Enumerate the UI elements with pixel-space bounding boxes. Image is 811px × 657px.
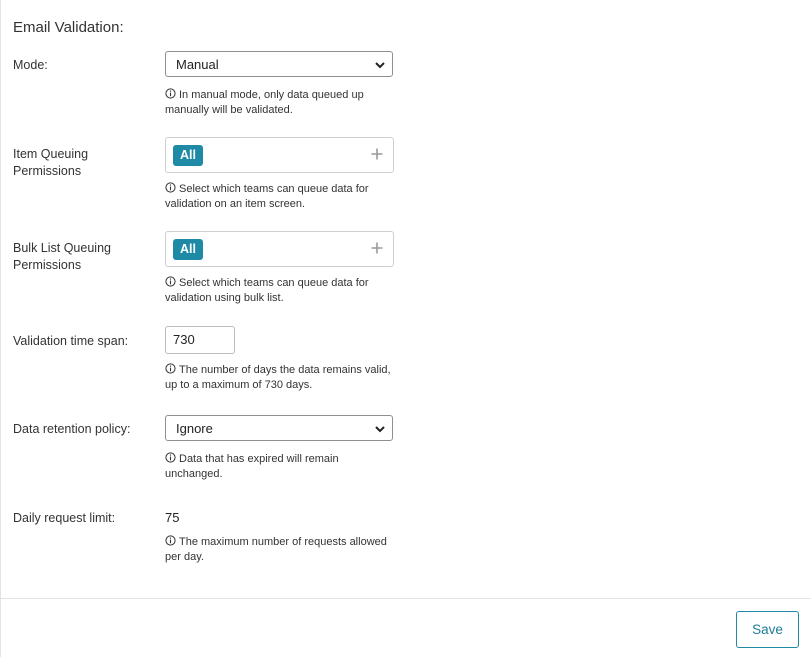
retention-label: Data retention policy: xyxy=(13,422,131,436)
retention-help: Data that has expired will remain unchan… xyxy=(165,452,395,482)
chevron-down-icon xyxy=(375,62,385,69)
info-circle-icon xyxy=(165,88,176,99)
bulk-queuing-help: Select which teams can queue data for va… xyxy=(165,276,395,306)
save-button[interactable]: Save xyxy=(736,611,799,648)
time-span-control: 730 xyxy=(165,326,235,354)
bulk-queuing-tagbox[interactable]: All xyxy=(165,231,394,267)
daily-limit-value: 75 xyxy=(165,510,180,525)
mode-help-text: In manual mode, only data queued up manu… xyxy=(165,89,364,116)
plus-icon[interactable] xyxy=(370,241,384,255)
plus-icon[interactable] xyxy=(370,147,384,161)
time-span-input[interactable]: 730 xyxy=(165,326,235,354)
retention-select-value: Ignore xyxy=(176,420,213,436)
bulk-queuing-label: Bulk List Queuing Permissions xyxy=(13,241,111,272)
bulk-queuing-control: All xyxy=(165,231,394,267)
item-queuing-help: Select which teams can queue data for va… xyxy=(165,182,395,212)
time-span-help: The number of days the data remains vali… xyxy=(165,363,395,393)
info-circle-icon xyxy=(165,363,176,374)
item-queuing-label: Item Queuing Permissions xyxy=(13,147,89,178)
mode-select[interactable]: Manual xyxy=(165,51,393,77)
daily-limit-help-text: The maximum number of requests allowed p… xyxy=(165,536,387,563)
item-queuing-control: All xyxy=(165,137,394,173)
bulk-queuing-tag-all[interactable]: All xyxy=(173,239,203,260)
info-circle-icon xyxy=(165,535,176,546)
retention-select[interactable]: Ignore xyxy=(165,415,393,441)
mode-help: In manual mode, only data queued up manu… xyxy=(165,88,395,118)
mode-select-value: Manual xyxy=(176,56,219,72)
item-queuing-help-text: Select which teams can queue data for va… xyxy=(165,183,369,210)
section-title: Email Validation: xyxy=(13,19,124,36)
retention-select-wrap: Ignore xyxy=(165,415,393,441)
time-span-label: Validation time span: xyxy=(13,334,129,348)
daily-limit-label: Daily request limit: xyxy=(13,511,116,525)
info-circle-icon xyxy=(165,452,176,463)
left-divider xyxy=(0,0,1,657)
item-queuing-tagbox[interactable]: All xyxy=(165,137,394,173)
item-queuing-tag-all[interactable]: All xyxy=(173,145,203,166)
time-span-help-text: The number of days the data remains vali… xyxy=(165,364,391,391)
bulk-queuing-help-text: Select which teams can queue data for va… xyxy=(165,277,369,304)
daily-limit-help: The maximum number of requests allowed p… xyxy=(165,535,395,565)
mode-label: Mode: xyxy=(13,58,48,72)
footer-divider xyxy=(0,598,811,599)
info-circle-icon xyxy=(165,276,176,287)
info-circle-icon xyxy=(165,182,176,193)
mode-select-wrap: Manual xyxy=(165,51,393,77)
chevron-down-icon xyxy=(375,426,385,433)
retention-help-text: Data that has expired will remain unchan… xyxy=(165,453,339,480)
